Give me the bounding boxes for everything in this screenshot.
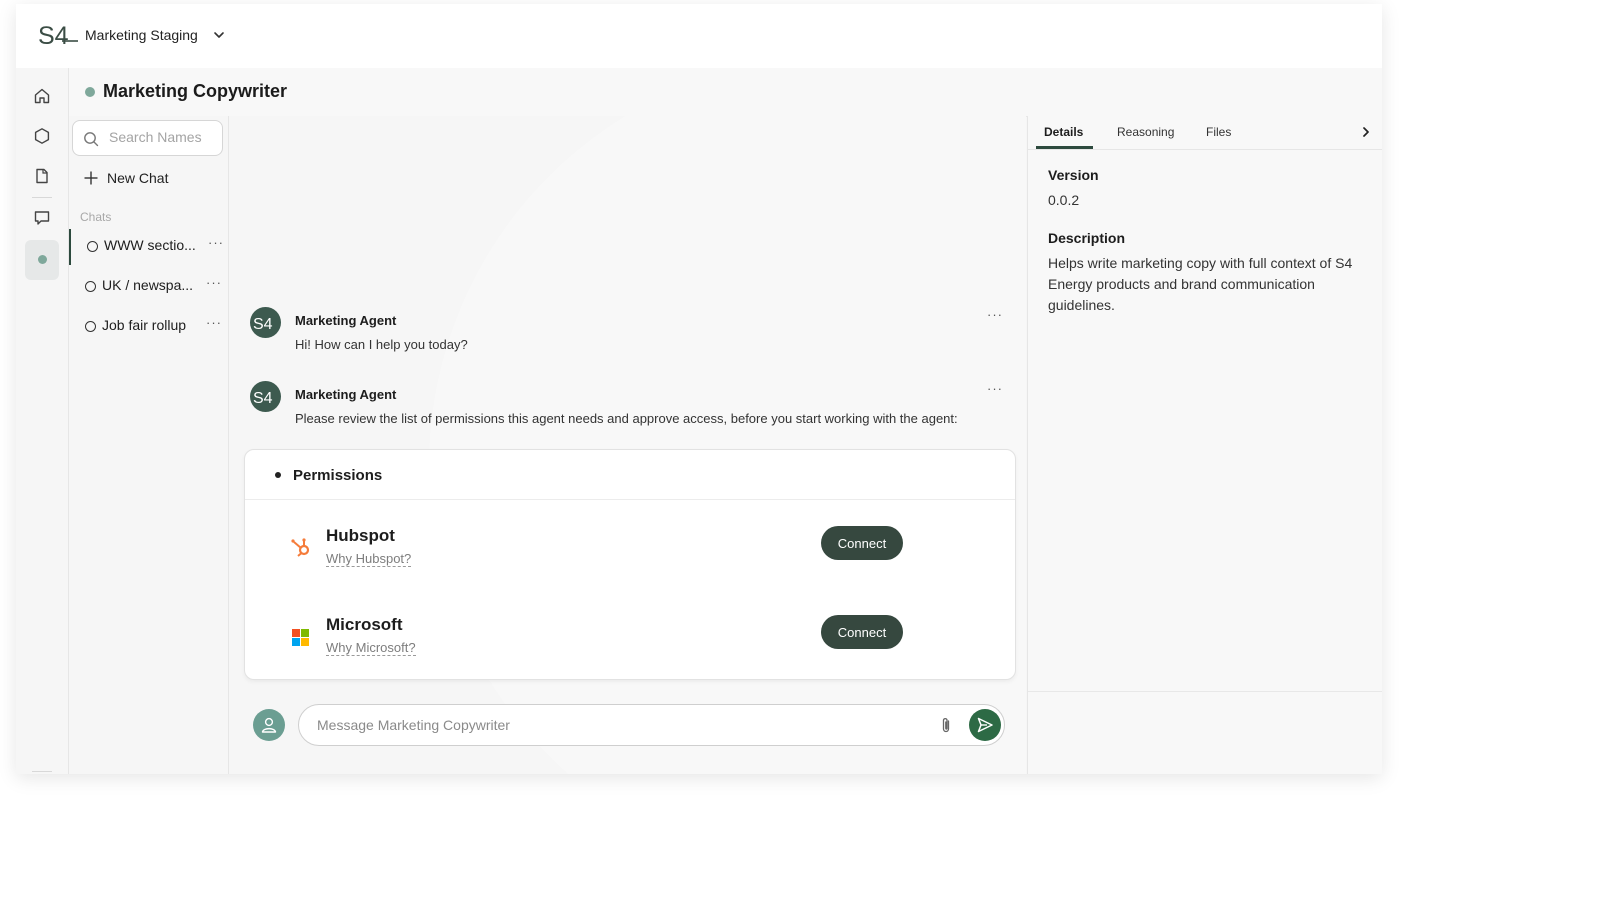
hexagon-icon <box>34 128 50 144</box>
more-options-icon[interactable]: ··· <box>987 307 1003 322</box>
version-value: 0.0.2 <box>1048 192 1080 208</box>
chat-bubble-icon <box>34 211 50 225</box>
connect-microsoft-button[interactable]: Connect <box>821 615 903 649</box>
search-icon <box>84 132 99 147</box>
tab-reasoning[interactable]: Reasoning <box>1117 125 1174 139</box>
nav-rail <box>16 68 69 774</box>
svg-text:S4: S4 <box>38 22 69 49</box>
s4-avatar-icon: S4 <box>253 390 273 407</box>
app-window: S4 Marketing Staging Marketing Copywrite… <box>16 4 1382 774</box>
chevron-right-icon[interactable] <box>1359 125 1373 139</box>
chat-status-icon <box>87 241 98 252</box>
chat-item-label: WWW sectio... <box>104 237 196 253</box>
permissions-header: Permissions <box>245 450 1015 500</box>
rail-documents-button[interactable] <box>26 160 58 192</box>
agent-status-dot <box>38 255 47 264</box>
description-value: Helps write marketing copy with full con… <box>1048 255 1353 313</box>
agent-header: Marketing Copywriter <box>69 68 1382 117</box>
message-text: Please review the list of permissions th… <box>295 411 958 426</box>
send-icon <box>977 717 993 733</box>
new-chat-label: New Chat <box>107 170 169 186</box>
permission-name: Microsoft <box>326 615 403 634</box>
rail-chat-button[interactable] <box>26 202 58 234</box>
chat-list-panel: New Chat Chats WWW sectio... ··· UK / ne… <box>69 116 278 774</box>
more-options-icon[interactable]: ··· <box>208 235 224 250</box>
message-author: Marketing Agent <box>295 313 397 328</box>
hubspot-icon <box>291 538 310 557</box>
chat-status-icon <box>85 321 96 332</box>
permissions-card: Permissions Hubspot Why Hubspot? Connect <box>244 449 1016 680</box>
tab-files[interactable]: Files <box>1206 125 1231 139</box>
workspace-name[interactable]: Marketing Staging <box>85 27 198 43</box>
agent-avatar: S4 <box>250 307 281 338</box>
svg-text:S4: S4 <box>253 390 273 407</box>
plus-icon <box>84 171 98 185</box>
new-chat-button[interactable]: New Chat <box>83 170 168 186</box>
active-tab-indicator <box>1036 146 1093 149</box>
chat-status-icon <box>85 281 96 292</box>
why-microsoft-link[interactable]: Why Microsoft? <box>326 640 416 656</box>
more-options-icon[interactable]: ··· <box>206 275 222 290</box>
chat-item[interactable]: WWW sectio... ··· <box>69 229 230 265</box>
version-label: Version <box>1048 167 1099 183</box>
chevron-down-icon[interactable] <box>212 28 226 42</box>
more-options-icon[interactable]: ··· <box>987 381 1003 396</box>
rail-hexagon-button[interactable] <box>26 120 58 152</box>
s4-avatar-icon: S4 <box>253 316 273 333</box>
details-tabs: Details Reasoning Files <box>1028 116 1382 150</box>
user-icon <box>261 717 277 733</box>
rail-divider <box>32 197 52 198</box>
permission-row-hubspot: Hubspot Why Hubspot? Connect <box>245 526 1015 576</box>
permission-name: Hubspot <box>326 526 395 545</box>
chat-item-label: Job fair rollup <box>102 317 187 333</box>
page-title: Marketing Copywriter <box>103 81 288 101</box>
description-label: Description <box>1048 230 1126 246</box>
permissions-title: Permissions <box>293 467 383 484</box>
search-box <box>72 120 223 156</box>
rail-home-button[interactable] <box>26 80 58 112</box>
paperclip-icon[interactable] <box>936 715 956 735</box>
svg-text:S4: S4 <box>253 316 273 333</box>
chat-item-label: UK / newspa... <box>102 277 194 293</box>
document-icon <box>36 168 48 184</box>
s4-logo: S4 <box>38 22 78 49</box>
message-author: Marketing Agent <box>295 387 397 402</box>
conversation-area: S4 Marketing Agent Hi! How can I help yo… <box>229 116 1026 774</box>
chat-item[interactable]: UK / newspa... ··· <box>69 269 228 305</box>
agent-avatar: S4 <box>250 381 281 412</box>
divider <box>1028 691 1382 692</box>
message-text: Hi! How can I help you today? <box>295 337 468 352</box>
search-input[interactable] <box>107 128 221 146</box>
message-composer <box>298 704 1005 746</box>
connect-hubspot-button[interactable]: Connect <box>821 526 903 560</box>
why-hubspot-link[interactable]: Why Hubspot? <box>326 551 412 567</box>
details-panel: Details Reasoning Files Version 0.0.2 De… <box>1027 116 1382 774</box>
permission-row-microsoft: Microsoft Why Microsoft? Connect <box>245 615 1015 665</box>
home-icon <box>34 88 50 104</box>
bullet-icon <box>275 472 281 478</box>
rail-divider-bottom <box>32 771 52 772</box>
send-button[interactable] <box>969 709 1001 741</box>
user-avatar <box>253 709 285 741</box>
more-options-icon[interactable]: ··· <box>206 315 222 330</box>
chat-item[interactable]: Job fair rollup ··· <box>69 309 228 345</box>
chats-section-label: Chats <box>80 210 112 224</box>
tab-details[interactable]: Details <box>1044 125 1083 139</box>
message-input[interactable] <box>315 716 919 734</box>
microsoft-icon <box>292 629 309 646</box>
top-bar: S4 Marketing Staging <box>16 4 1382 69</box>
status-dot <box>85 87 95 97</box>
